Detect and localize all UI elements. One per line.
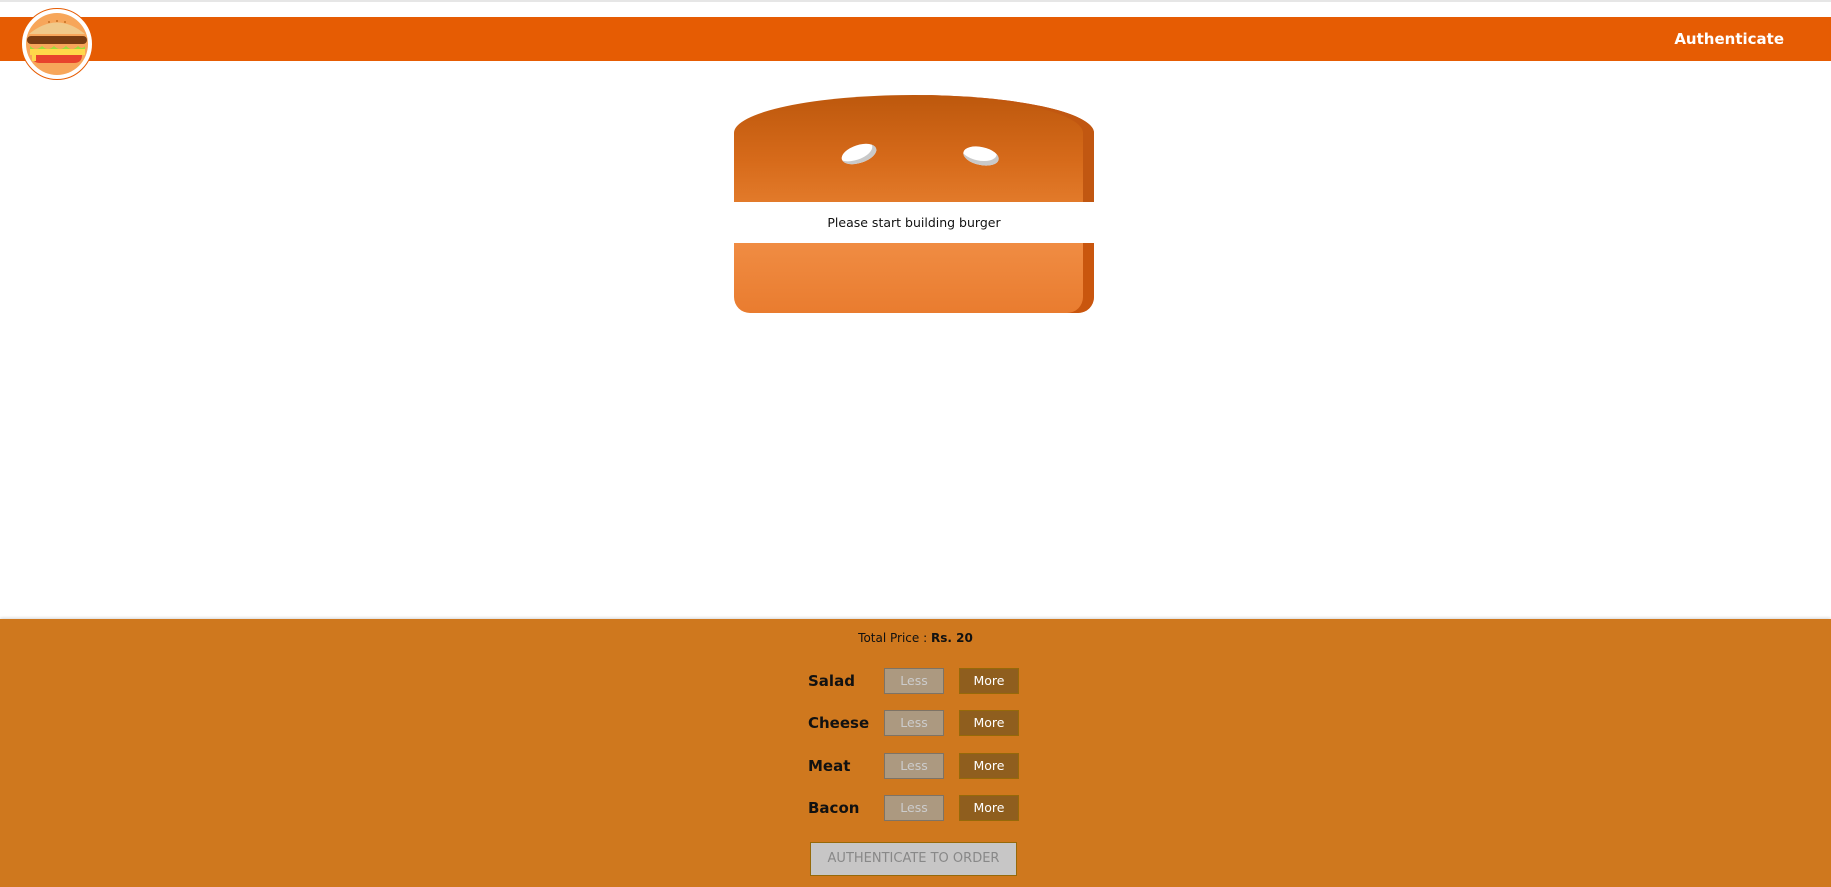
ingredient-control-cheese: Cheese Less More: [808, 710, 1028, 736]
total-price-label: Total Price :: [858, 631, 928, 645]
burger-logo-graphic: [26, 13, 88, 75]
sesame-seed: [839, 139, 879, 169]
cheese-more-button[interactable]: More: [959, 710, 1019, 736]
build-controls: Total Price : Rs. 20 Salad Less More Che…: [0, 619, 1831, 887]
ingredient-label: Meat: [808, 757, 851, 775]
burger-logo-icon[interactable]: [21, 8, 93, 80]
ingredient-label: Cheese: [808, 714, 870, 732]
salad-less-button[interactable]: Less: [884, 668, 944, 694]
ingredient-label: Salad: [808, 672, 855, 690]
ingredient-control-meat: Meat Less More: [808, 753, 1028, 779]
salad-more-button[interactable]: More: [959, 668, 1019, 694]
top-border: [0, 0, 1831, 2]
sesame-seed: [961, 143, 1001, 169]
ingredient-label: Bacon: [808, 799, 860, 817]
bacon-more-button[interactable]: More: [959, 795, 1019, 821]
empty-burger-message: Please start building burger: [734, 202, 1094, 243]
toolbar: Authenticate: [0, 17, 1831, 61]
nav-authenticate-link[interactable]: Authenticate: [1664, 17, 1784, 61]
authenticate-to-order-button[interactable]: AUTHENTICATE TO ORDER: [810, 842, 1017, 876]
bread-bottom: [734, 243, 1094, 313]
meat-less-button[interactable]: Less: [884, 753, 944, 779]
meat-more-button[interactable]: More: [959, 753, 1019, 779]
total-price-value: Rs. 20: [930, 631, 973, 645]
burger-preview: Please start building burger: [734, 95, 1094, 313]
bacon-less-button[interactable]: Less: [884, 795, 944, 821]
ingredient-control-salad: Salad Less More: [808, 668, 1028, 694]
ingredient-control-bacon: Bacon Less More: [808, 795, 1028, 821]
total-price: Total Price : Rs. 20: [0, 631, 1831, 645]
bread-top: [734, 95, 1094, 202]
cheese-less-button[interactable]: Less: [884, 710, 944, 736]
